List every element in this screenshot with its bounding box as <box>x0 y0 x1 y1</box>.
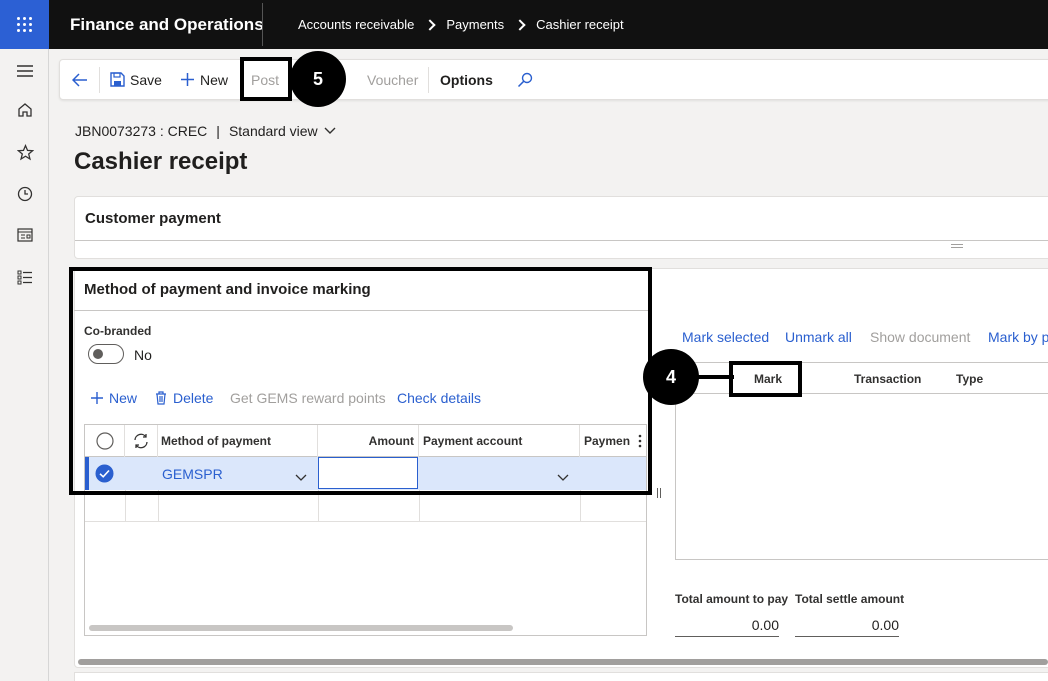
list-icon[interactable] <box>16 268 34 286</box>
customer-payment-fasttab[interactable]: Customer payment <box>74 196 1048 259</box>
action-pane: Save New Post Voucher Options <box>59 59 1048 100</box>
home-icon[interactable] <box>16 101 34 119</box>
unmark-all-button[interactable]: Unmark all <box>785 329 852 345</box>
chevron-right-icon <box>424 18 437 31</box>
horizontal-scrollbar[interactable] <box>89 625 513 631</box>
app-launcher-icon[interactable] <box>0 0 49 49</box>
voucher-button[interactable]: Voucher <box>367 60 418 99</box>
breadcrumb: Accounts receivable Payments Cashier rec… <box>298 17 624 32</box>
next-fasttab <box>74 672 1048 681</box>
record-separator: | <box>216 123 220 139</box>
record-header: JBN0073273 : CREC | Standard view <box>75 123 336 139</box>
save-icon <box>110 72 125 87</box>
page-title: Cashier receipt <box>74 148 248 175</box>
divider <box>99 67 100 93</box>
plus-icon <box>180 72 195 87</box>
chevron-right-icon <box>514 18 526 31</box>
clock-icon[interactable] <box>16 185 34 203</box>
total-amount-to-pay-value: 0.00 <box>675 612 779 637</box>
app-title[interactable]: Finance and Operations <box>70 15 264 35</box>
show-document-button[interactable]: Show document <box>870 329 970 345</box>
step-4-callout: 4 <box>643 349 699 405</box>
save-button[interactable]: Save <box>110 60 162 99</box>
payment-section-highlight-box <box>69 267 652 495</box>
breadcrumb-cashier-receipt[interactable]: Cashier receipt <box>536 17 623 32</box>
view-selector[interactable]: Standard view <box>229 123 318 139</box>
mark-by-button[interactable]: Mark by p <box>988 329 1048 345</box>
page-horizontal-scrollbar[interactable] <box>78 659 1048 665</box>
star-icon[interactable] <box>16 143 34 161</box>
mark-selected-button[interactable]: Mark selected <box>682 329 769 345</box>
divider <box>75 240 1048 241</box>
divider <box>428 67 429 93</box>
step-5-callout: 5 <box>290 51 346 107</box>
column-type[interactable]: Type <box>956 372 983 386</box>
new-button[interactable]: New <box>180 60 228 99</box>
customer-payment-title: Customer payment <box>85 210 221 227</box>
chevron-down-icon[interactable] <box>324 127 336 135</box>
top-bar: Finance and Operations Accounts receivab… <box>0 0 1048 49</box>
resize-grip-icon[interactable] <box>951 244 963 248</box>
hamburger-icon[interactable] <box>16 62 34 80</box>
record-id: JBN0073273 : CREC <box>75 123 208 139</box>
total-settle-amount-label: Total settle amount <box>795 592 905 606</box>
total-settle-amount-value: 0.00 <box>795 612 899 637</box>
total-amount-to-pay-label: Total amount to pay <box>675 592 789 606</box>
splitter-grip-icon[interactable] <box>657 488 661 498</box>
new-label: New <box>200 71 229 88</box>
mark-column-highlight-box <box>729 361 802 397</box>
divider <box>262 3 263 46</box>
column-transaction[interactable]: Transaction <box>854 372 921 386</box>
options-button[interactable]: Options <box>440 60 493 99</box>
back-icon[interactable] <box>72 60 88 99</box>
save-label: Save <box>130 71 162 88</box>
workspace-icon[interactable] <box>16 226 34 244</box>
breadcrumb-accounts-receivable[interactable]: Accounts receivable <box>298 17 414 32</box>
search-icon[interactable] <box>517 60 533 99</box>
breadcrumb-payments[interactable]: Payments <box>446 17 504 32</box>
post-highlight-box <box>240 57 292 101</box>
left-navigation <box>0 49 49 681</box>
